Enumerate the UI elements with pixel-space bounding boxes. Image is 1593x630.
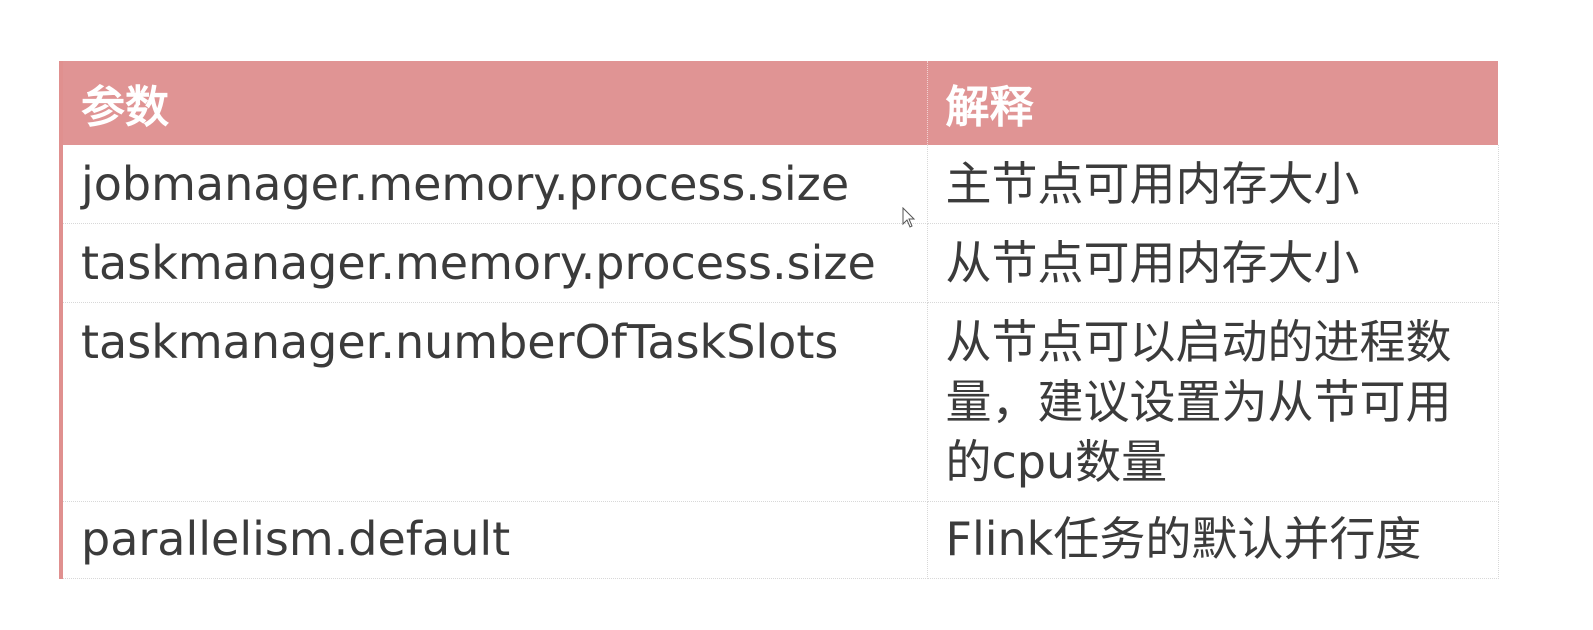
param-cell: taskmanager.memory.process.size (61, 223, 928, 303)
mouse-pointer-icon (902, 207, 916, 228)
desc-cell: Flink任务的默认并行度 (927, 501, 1499, 579)
table-row: taskmanager.numberOfTaskSlots 从节点可以启动的进程… (61, 302, 1499, 502)
desc-cell: 从节点可用内存大小 (927, 223, 1499, 303)
parameter-table: 参数 解释 jobmanager.memory.process.size 主节点… (59, 61, 1499, 579)
desc-cell: 主节点可用内存大小 (927, 145, 1499, 224)
table-row: parallelism.default Flink任务的默认并行度 (61, 501, 1499, 579)
header-explanation: 解释 (927, 61, 1498, 145)
table-header-row: 参数 解释 (61, 61, 1498, 145)
desc-cell: 从节点可以启动的进程数量，建议设置为从节可用的cpu数量 (927, 302, 1499, 502)
table-row: jobmanager.memory.process.size 主节点可用内存大小 (61, 145, 1499, 224)
param-cell: taskmanager.numberOfTaskSlots (61, 302, 928, 502)
header-param: 参数 (61, 61, 928, 145)
table-row: taskmanager.memory.process.size 从节点可用内存大… (61, 223, 1499, 303)
param-cell: jobmanager.memory.process.size (61, 145, 928, 224)
param-cell: parallelism.default (61, 501, 928, 579)
